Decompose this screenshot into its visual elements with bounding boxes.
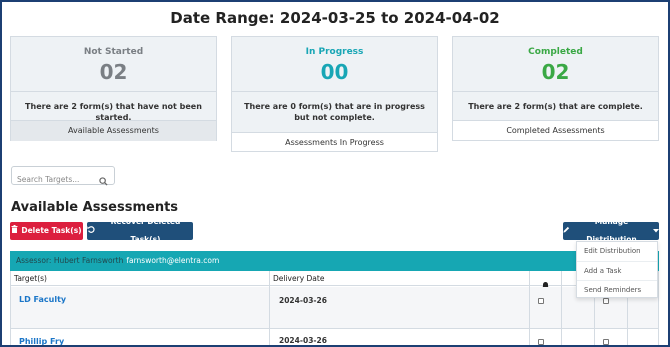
search-input[interactable]: [12, 171, 96, 188]
menu-item-send-reminders[interactable]: Send Reminders: [577, 280, 657, 299]
delete-tasks-button[interactable]: Delete Task(s): [10, 222, 83, 240]
card-footer-link[interactable]: Available Assessments: [11, 121, 216, 141]
card-not-started: Not Started 02 There are 2 form(s) that …: [10, 36, 217, 141]
card-description: There are 2 form(s) that are complete.: [468, 102, 643, 111]
card-count: 02: [99, 60, 128, 84]
header-delivery-date: Delivery Date: [273, 274, 325, 283]
card-state-label: Completed: [528, 47, 583, 57]
row-checkbox[interactable]: [538, 339, 544, 345]
trash-icon: [11, 222, 18, 240]
card-footer-link[interactable]: Assessments In Progress: [232, 133, 437, 153]
manage-distribution-menu: Edit Distribution Add a Task Send Remind…: [576, 241, 658, 298]
card-footer-link[interactable]: Completed Assessments: [453, 121, 658, 141]
assessor-bar: Assessor: Hubert Farnsworth farnsworth@el…: [10, 251, 659, 271]
undo-icon: [87, 222, 95, 240]
menu-item-edit-distribution[interactable]: Edit Distribution: [577, 242, 657, 261]
target-link[interactable]: LD Faculty: [19, 295, 66, 304]
assessor-name: Assessor: Hubert Farnsworth: [16, 256, 124, 265]
card-body: Not Started 02 There are 2 form(s) that …: [11, 37, 216, 122]
app-window: Date Range: 2024-03-25 to 2024-04-02 Not…: [0, 0, 670, 347]
manage-distribution-button[interactable]: Manage Distribution: [563, 217, 659, 244]
delete-tasks-label: Delete Task(s): [21, 226, 82, 235]
delivery-date: 2024-03-26: [279, 296, 327, 305]
column-divider: [269, 271, 270, 345]
column-divider: [561, 271, 562, 345]
card-divider: [11, 91, 216, 92]
search-targets-box: [11, 166, 115, 188]
header-targets: Target(s): [14, 274, 47, 283]
card-in-progress: In Progress 00 There are 0 form(s) that …: [231, 36, 438, 152]
assessor-email[interactable]: farnsworth@elentra.com: [126, 256, 219, 265]
row-checkbox[interactable]: [538, 298, 544, 304]
card-count: 00: [320, 60, 349, 84]
page-title: Date Range: 2024-03-25 to 2024-04-02: [170, 9, 500, 27]
delivery-date: 2024-03-26: [279, 336, 327, 345]
column-divider: [529, 271, 530, 345]
card-divider: [453, 91, 658, 92]
card-completed: Completed 02 There are 2 form(s) that ar…: [452, 36, 659, 141]
card-body: Completed 02 There are 2 form(s) that ar…: [453, 37, 658, 121]
recover-tasks-button[interactable]: Recover Deleted Task(s): [87, 217, 193, 244]
card-state-label: Not Started: [83, 47, 144, 57]
card-divider: [232, 91, 437, 92]
card-description: There are 0 form(s) that are in progress…: [244, 102, 425, 122]
recover-tasks-label: Recover Deleted Task(s): [110, 217, 181, 244]
card-state-label: In Progress: [305, 47, 364, 57]
card-body: In Progress 00 There are 0 form(s) that …: [232, 37, 437, 133]
assessments-table: Target(s) Delivery Date LD Faculty 2024-…: [10, 271, 659, 345]
pencil-icon: [563, 222, 570, 240]
search-icon[interactable]: [99, 171, 108, 190]
card-count: 02: [541, 60, 570, 84]
menu-item-add-task[interactable]: Add a Task: [577, 261, 657, 280]
card-description: There are 2 form(s) that have not been s…: [25, 102, 202, 122]
row-checkbox[interactable]: [603, 339, 609, 345]
target-link[interactable]: Phillip Fry: [19, 337, 64, 345]
caret-down-icon: [653, 222, 659, 240]
